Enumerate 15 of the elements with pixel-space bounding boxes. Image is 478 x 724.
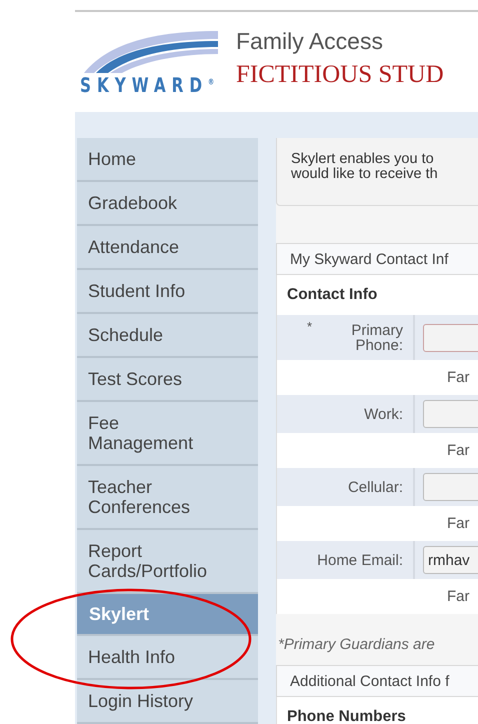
logo-text: SKYWARD$^{®}$: [80, 73, 220, 97]
input-field[interactable]: rmhav: [423, 546, 478, 574]
field-note: Far: [447, 515, 470, 532]
section-header: Additional Contact Info f: [276, 665, 478, 697]
section-subtitle: Phone Numbers: [286, 707, 407, 724]
notice-text: Skylert enables you to would like to receive th: [291, 152, 438, 182]
footnote: *Primary Guardians are: [278, 636, 436, 653]
field-note: Far: [447, 442, 470, 459]
sidebar-item[interactable]: Home: [77, 138, 258, 182]
field-note: Far: [447, 369, 470, 386]
section-header: My Skyward Contact Inf: [276, 243, 478, 275]
section-subtitle: Contact Info: [286, 285, 378, 305]
student-name: FICTITIOUS STUD: [236, 60, 444, 88]
app-title: Family Access: [236, 28, 384, 54]
field-note: Far: [447, 588, 470, 605]
